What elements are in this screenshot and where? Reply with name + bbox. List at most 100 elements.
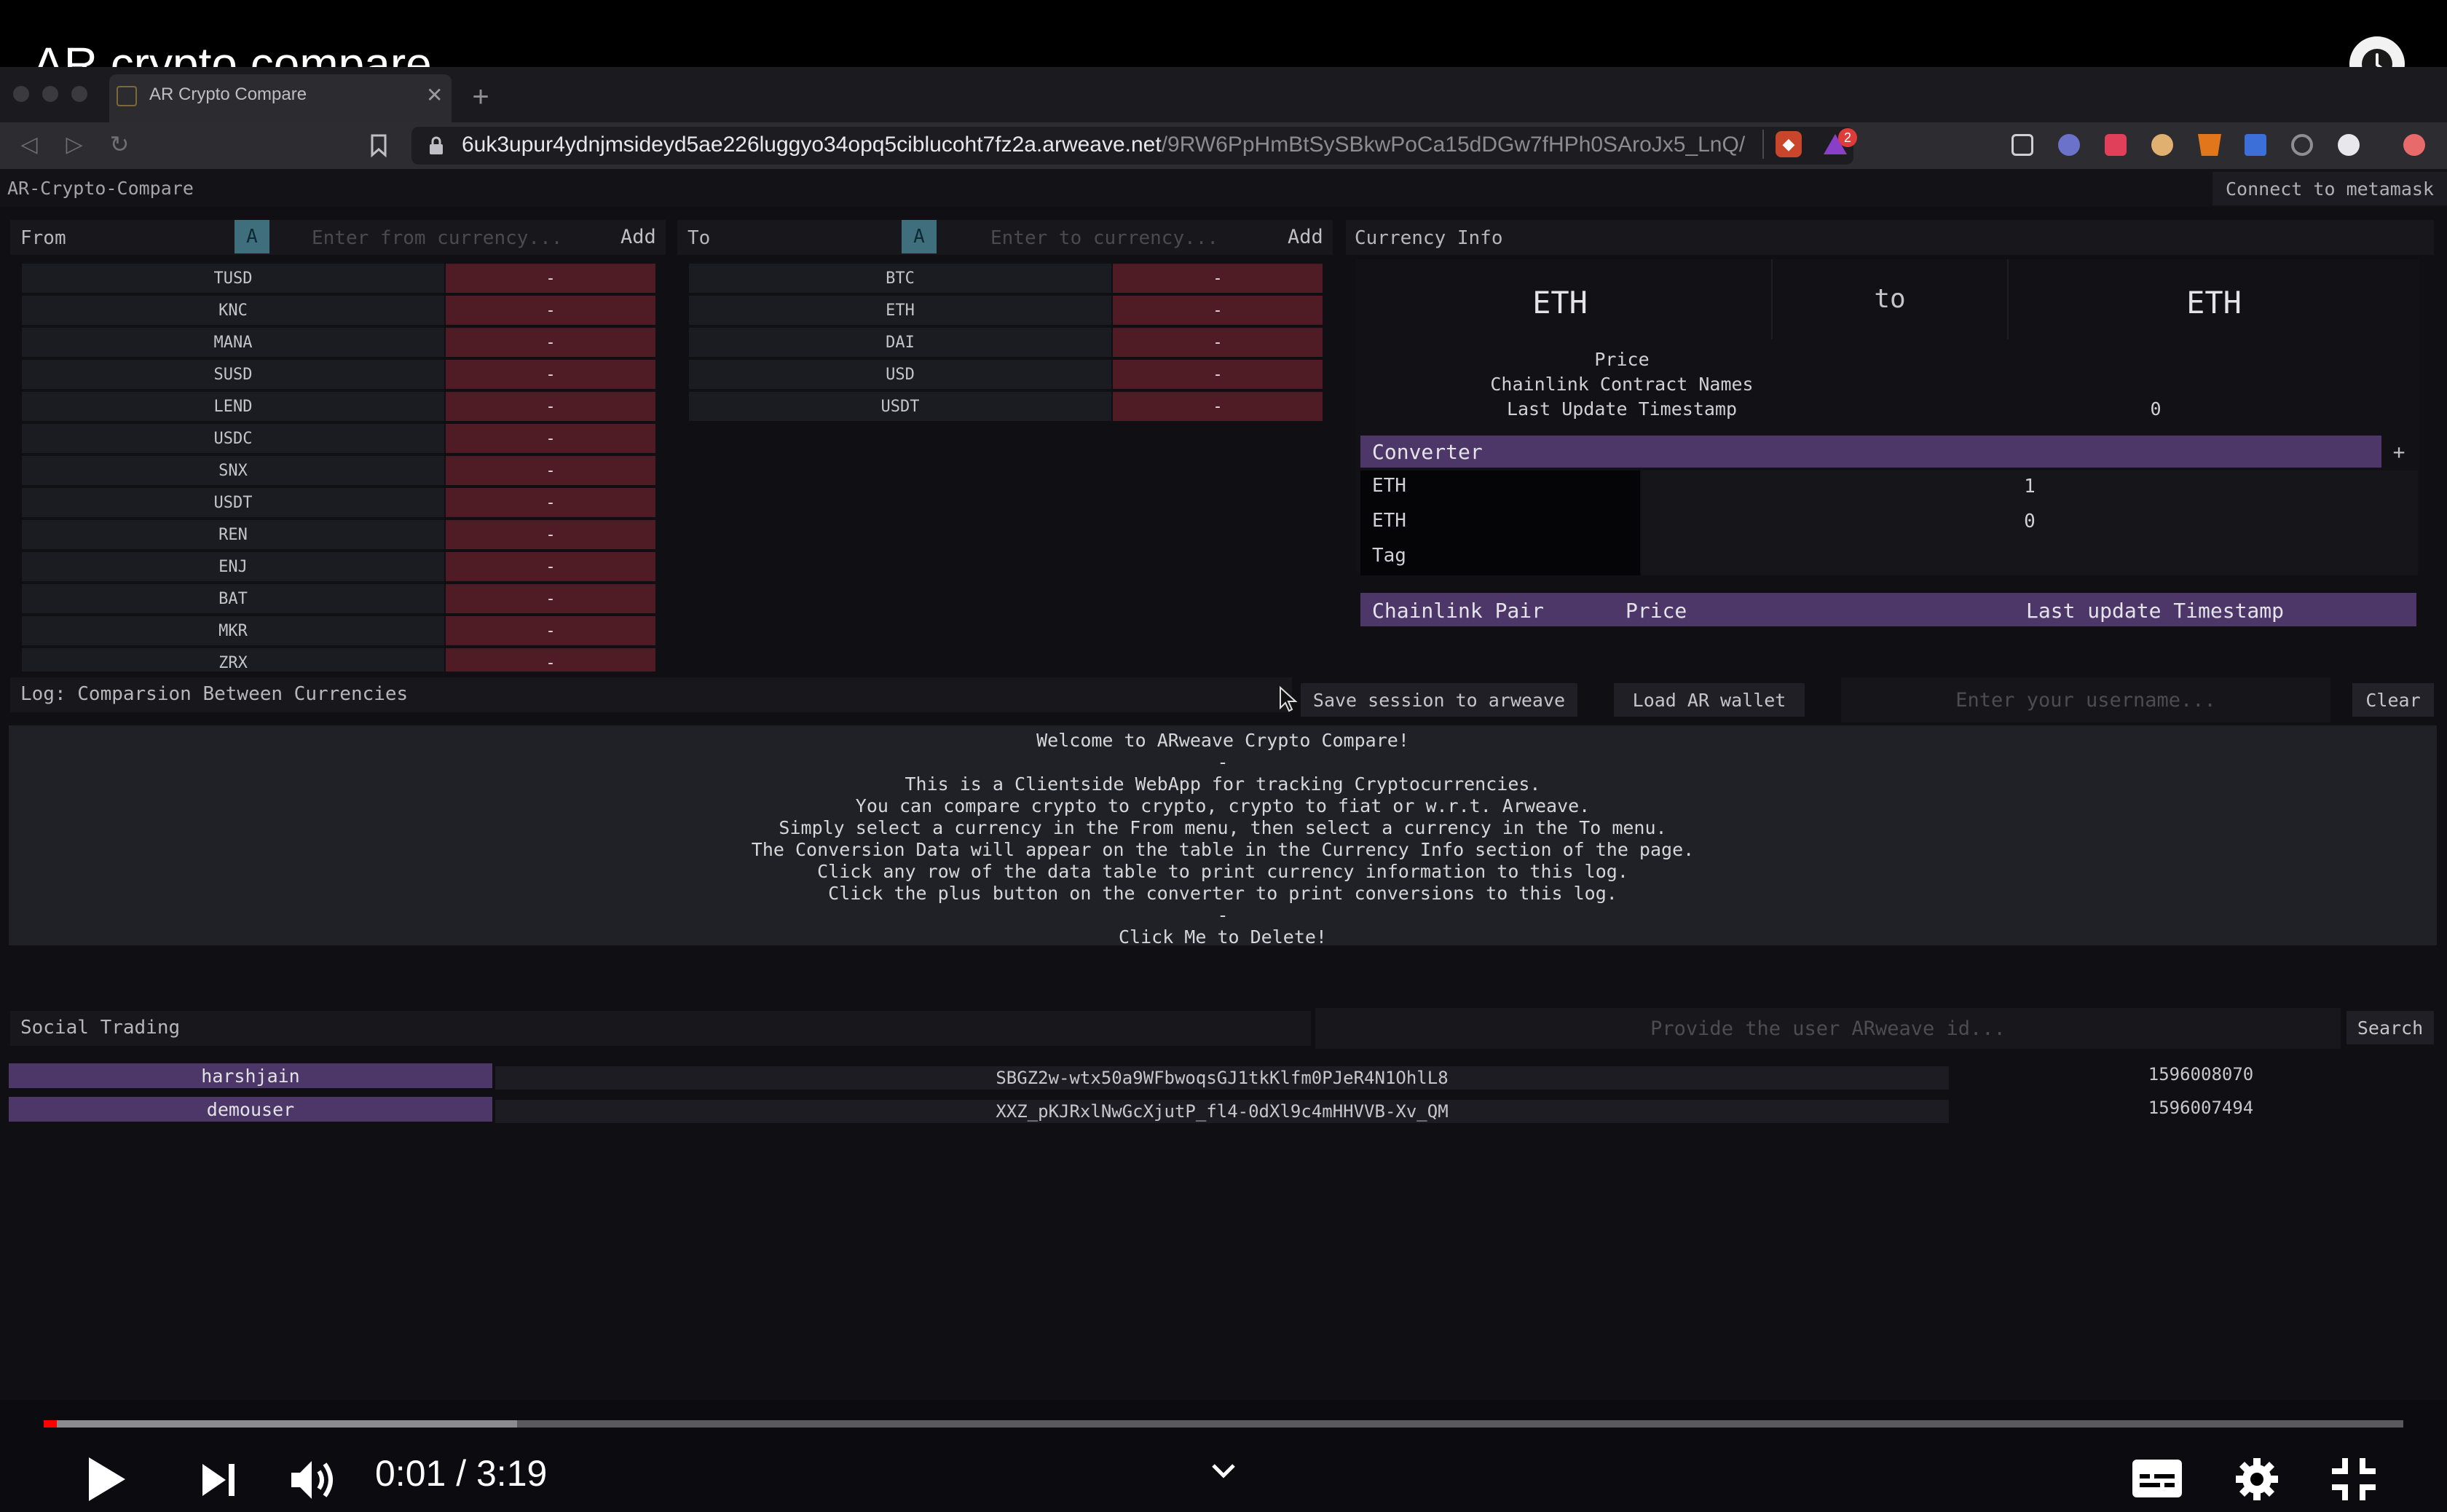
from-add-button[interactable]: Add [620,226,656,248]
rewards-badge: 2 [1838,128,1857,147]
translate-icon[interactable] [2245,134,2266,156]
price-label: Price [1594,348,1650,370]
converter-tag-label: Tag [1372,545,1406,567]
currency-value: - [1113,264,1323,293]
new-tab-icon[interactable]: + [466,80,495,114]
play-icon[interactable] [86,1455,128,1503]
arweave-id-input[interactable]: Provide the user ARweave id... [1315,1008,2341,1049]
subtitles-icon[interactable] [2131,1458,2183,1499]
currency-row[interactable]: SUSD - [22,360,655,389]
converter-plus-button[interactable]: + [2386,437,2412,466]
col-last-update: Last update Timestamp [2026,599,2285,623]
extension-icon[interactable] [2058,134,2080,156]
profile-avatar[interactable] [2403,134,2425,156]
extension-icon[interactable] [2291,134,2313,156]
window-minimize-dot[interactable] [42,86,58,102]
forward-icon[interactable]: ▷ [61,131,87,157]
currency-name: USDT [22,488,444,517]
last-update-label: Last Update Timestamp [1506,398,1738,420]
currency-row[interactable]: DAI - [689,328,1323,357]
tab-close-icon[interactable]: ✕ [426,83,443,107]
extension-icon[interactable] [2105,134,2127,156]
currency-name: DAI [689,328,1111,357]
col-chainlink-pair: Chainlink Pair [1372,599,1545,623]
currency-name: LEND [22,392,444,421]
currency-row[interactable]: MKR - [22,616,655,645]
social-user-list: harshjain SBGZ2w-wtx50a9WFbwoqsGJ1tkKlfm0… [9,1063,2310,1136]
log-line: Click Me to Delete! [1119,926,1327,948]
settings-icon[interactable] [2234,1457,2279,1502]
currency-name: SNX [22,456,444,485]
currency-row[interactable]: USDT - [689,392,1323,421]
load-wallet-button[interactable]: Load AR wallet [1614,683,1805,717]
currency-value: - [1113,392,1323,421]
clear-log-button[interactable]: Clear [2352,683,2434,717]
url-path: /9RW6PpHmBtSySBkwPoCa15dDGw7fHPh0SAroJx5… [1161,133,1746,157]
currency-value: - [446,616,655,645]
extension-icon[interactable] [2151,134,2173,156]
currency-row[interactable]: MANA - [22,328,655,357]
exit-fullscreen-icon[interactable] [2330,1457,2377,1502]
extension-icon[interactable] [2338,134,2360,156]
currency-value: - [1113,296,1323,325]
currency-value: - [446,488,655,517]
back-icon[interactable]: ◁ [16,131,42,157]
log-line: Click the plus button on the converter t… [828,883,1617,904]
currency-name: ZRX [22,648,444,672]
currency-row[interactable]: KNC - [22,296,655,325]
brave-lion-icon[interactable]: ◆ [1776,131,1802,157]
to-sort-button[interactable]: A [902,220,937,253]
next-icon[interactable] [200,1461,237,1499]
currency-row[interactable]: SNX - [22,456,655,485]
currency-value: - [446,264,655,293]
log-line: The Conversion Data will appear on the t… [751,839,1695,860]
converter-output-amount: 0 [2024,511,2036,532]
currency-row[interactable]: ZRX - [22,648,655,672]
currency-row[interactable]: TUSD - [22,264,655,293]
social-user-row[interactable]: demouser XXZ_pKJRxlNwGcXjutP_fl4-0dXl9c4m… [9,1097,2310,1123]
social-trading-label: Social Trading [20,1017,181,1039]
search-button[interactable]: Search [2346,1011,2434,1044]
metamask-fox-icon[interactable] [2198,134,2221,156]
from-sort-button[interactable]: A [235,220,269,253]
window-close-dot[interactable] [13,86,29,102]
volume-icon[interactable] [288,1457,341,1503]
converter-tag-input[interactable] [1642,543,2418,570]
currency-row[interactable]: USD - [689,360,1323,389]
social-username[interactable]: demouser [9,1097,492,1122]
social-user-row[interactable]: harshjain SBGZ2w-wtx50a9WFbwoqsGJ1tkKlfm0… [9,1063,2310,1090]
window-zoom-dot[interactable] [71,86,87,102]
url-text[interactable]: 6uk3upur4ydnjmsideyd5ae226luggyo34opq5ci… [462,133,1745,157]
from-currency-input[interactable]: Enter from currency... [312,227,562,249]
converter-row-label: ETH [1372,475,1406,497]
reload-icon[interactable]: ↻ [106,131,133,157]
currency-name: MANA [22,328,444,357]
extension-icon[interactable] [2011,134,2033,156]
currency-row[interactable]: ENJ - [22,552,655,581]
save-session-button[interactable]: Save session to arweave [1301,683,1577,717]
bookmark-icon[interactable] [370,134,387,157]
username-input[interactable]: Enter your username... [1841,677,2330,722]
last-update-value: 0 [2150,398,2162,420]
currency-row[interactable]: USDC - [22,424,655,453]
currency-row[interactable]: BAT - [22,584,655,613]
currency-name: TUSD [22,264,444,293]
to-add-button[interactable]: Add [1288,226,1323,248]
chevron-down-icon[interactable] [1210,1462,1237,1478]
connect-metamask-button[interactable]: Connect to metamask [2212,172,2447,205]
currency-name: ENJ [22,552,444,581]
log-messages[interactable]: Welcome to ARweave Crypto Compare! - This … [9,725,2437,948]
currency-row[interactable]: REN - [22,520,655,549]
currency-name: SUSD [22,360,444,389]
currency-name: USD [689,360,1111,389]
log-line: This is a Clientside WebApp for tracking… [905,773,1541,795]
social-username[interactable]: harshjain [9,1063,492,1088]
converter-input-amount[interactable]: 1 [1642,473,2418,500]
currency-value: - [1113,360,1323,389]
currency-row[interactable]: LEND - [22,392,655,421]
to-currency-input[interactable]: Enter to currency... [990,227,1218,249]
currency-name: USDC [22,424,444,453]
currency-row[interactable]: BTC - [689,264,1323,293]
currency-row[interactable]: USDT - [22,488,655,517]
currency-row[interactable]: ETH - [689,296,1323,325]
